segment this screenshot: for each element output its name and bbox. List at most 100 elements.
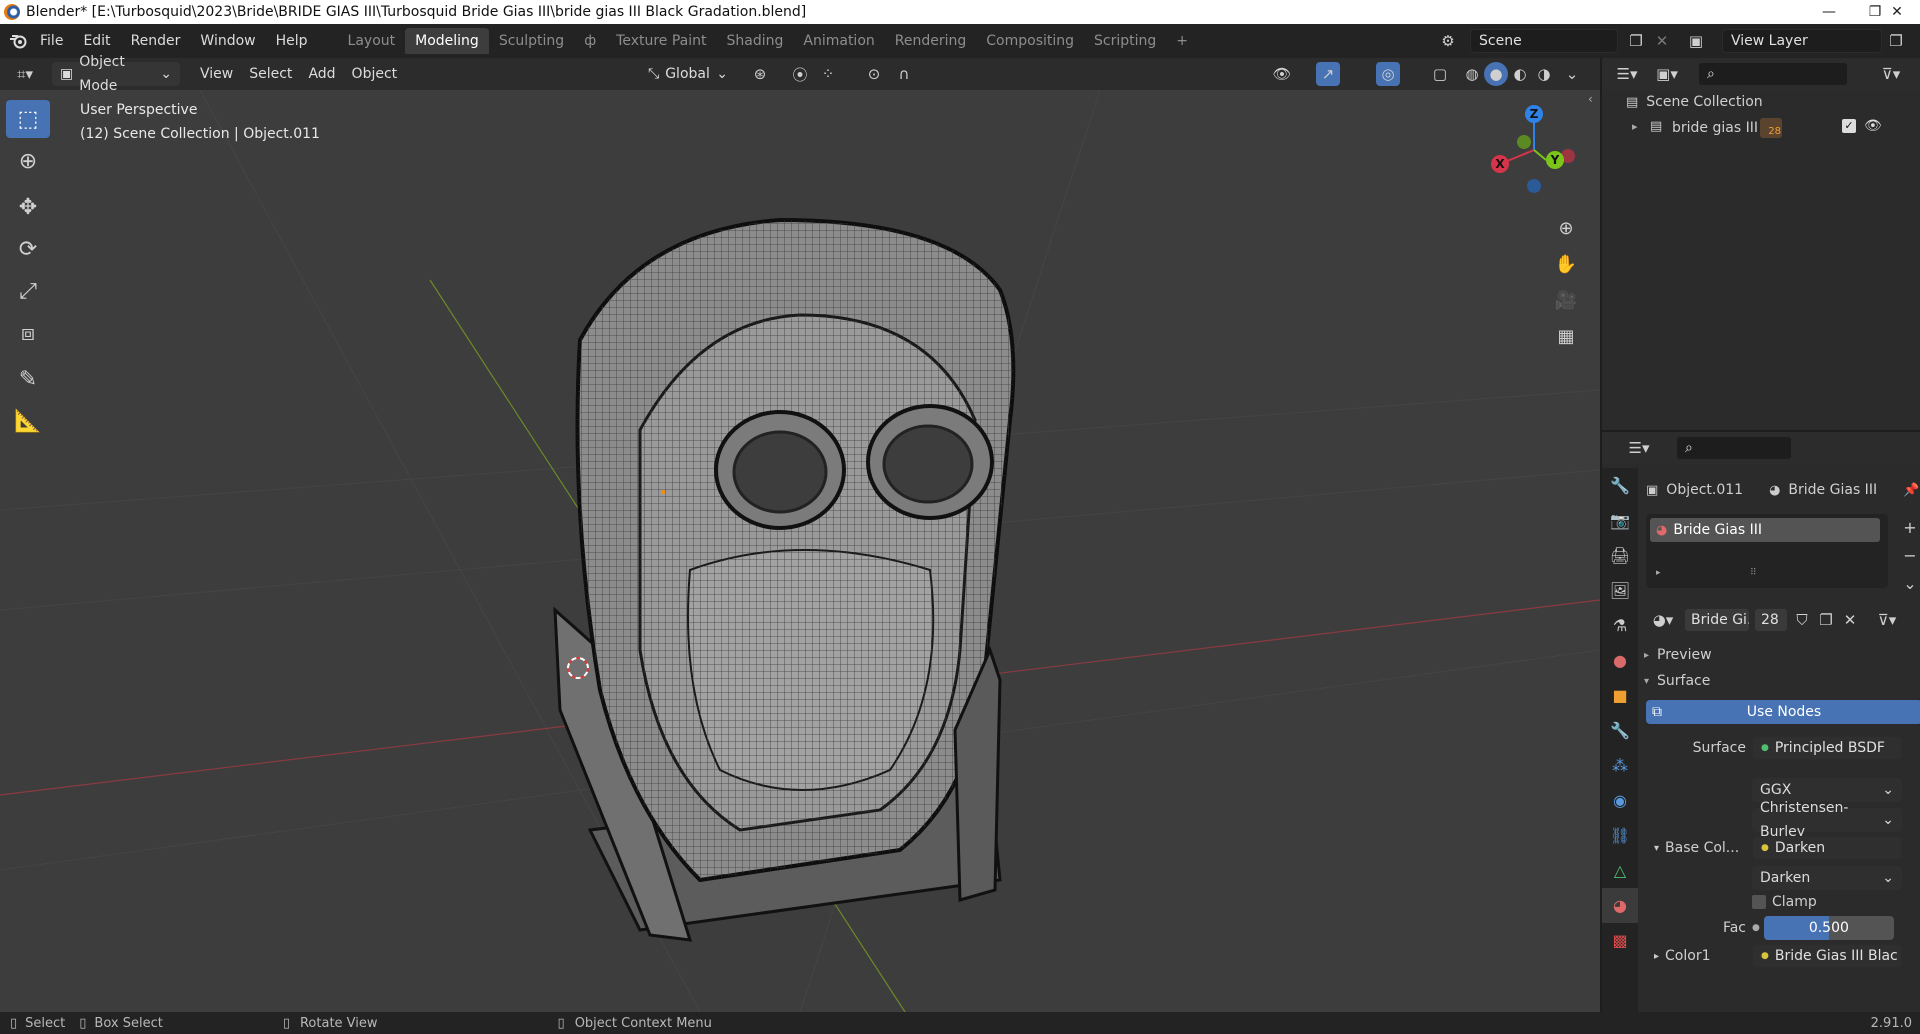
base-color-row-label[interactable]: ▾ Base Col... <box>1654 840 1739 856</box>
select-box-tool-icon[interactable]: ⬚ <box>6 100 50 138</box>
close-button[interactable]: ✕ <box>1874 0 1920 24</box>
measure-tool-icon[interactable]: 📐 <box>6 402 50 440</box>
view-layer-icon[interactable]: ▣ <box>1684 29 1708 53</box>
display-mode-icon[interactable]: ▣▾ <box>1650 62 1684 86</box>
tab-uv[interactable]: ф <box>574 28 606 54</box>
exclude-checkbox[interactable]: ✓ <box>1842 119 1856 133</box>
material-filter-icon[interactable]: ⊽▾ <box>1872 608 1902 632</box>
tab-sculpting[interactable]: Sculpting <box>489 28 574 54</box>
pin-icon[interactable]: 📌 <box>1903 483 1919 498</box>
world-tab-icon[interactable]: ● <box>1602 643 1638 678</box>
view-layer-field[interactable]: View Layer <box>1722 29 1882 53</box>
snap-icon[interactable]: ⦿ <box>788 62 812 86</box>
gizmo-toggle-icon[interactable]: ↗ <box>1316 62 1340 86</box>
tool-tab-icon[interactable]: 🔧 <box>1602 468 1638 503</box>
physics-tab-icon[interactable]: ◉ <box>1602 783 1638 818</box>
annotate-tool-icon[interactable]: ✎ <box>6 360 50 398</box>
surface-panel-header[interactable]: ▾ Surface <box>1644 668 1920 694</box>
tab-rendering[interactable]: Rendering <box>885 28 977 54</box>
new-view-layer-icon[interactable]: ❐ <box>1884 29 1908 53</box>
snap-target-icon[interactable]: ⁘ <box>816 62 840 86</box>
falloff-icon[interactable]: ∩ <box>892 62 916 86</box>
fac-slider[interactable]: 0.500 <box>1763 916 1894 940</box>
material-slot-item[interactable]: ◕ Bride Gias III <box>1650 518 1880 542</box>
tab-layout[interactable]: Layout <box>338 28 406 54</box>
new-scene-icon[interactable]: ❐ <box>1624 29 1648 53</box>
move-tool-icon[interactable]: ✥ <box>6 188 50 226</box>
tab-animation[interactable]: Animation <box>793 28 884 54</box>
base-color-input-field[interactable]: ● Darken <box>1752 836 1902 860</box>
outliner-scene-collection[interactable]: ▤ Scene Collection <box>1626 94 1763 110</box>
delete-scene-icon[interactable]: ✕ <box>1650 29 1674 53</box>
cursor-tool-icon[interactable]: ⊕ <box>6 142 50 180</box>
collapse-sidebar-icon[interactable]: ‹ <box>1588 92 1593 106</box>
tab-shading[interactable]: Shading <box>717 28 794 54</box>
gizmo-x-axis[interactable]: X <box>1491 155 1509 173</box>
gizmo-z-axis[interactable]: Z <box>1525 105 1543 123</box>
zoom-icon[interactable]: ⊕ <box>1550 210 1582 246</box>
browse-material-icon[interactable]: ◕▾ <box>1646 608 1680 632</box>
menu-file[interactable]: File <box>30 28 73 54</box>
add-slot-icon[interactable]: + <box>1898 514 1920 542</box>
eye-icon[interactable]: 👁 <box>1864 118 1882 134</box>
3d-viewport[interactable]: User Perspective (12) Scene Collection |… <box>0 90 1600 1012</box>
menu-help[interactable]: Help <box>266 28 318 54</box>
outliner-editor-type-icon[interactable]: ☰▾ <box>1610 62 1644 86</box>
navigation-gizmo[interactable]: Z X Y <box>1484 104 1584 204</box>
clamp-checkbox[interactable] <box>1752 895 1766 909</box>
visibility-icon[interactable]: 👁 <box>1270 62 1294 86</box>
gizmo-y-axis[interactable]: Y <box>1546 151 1564 169</box>
expand-arrow-icon[interactable]: ▸ <box>1656 568 1661 578</box>
material-name-field[interactable]: Bride Gi... <box>1684 608 1750 632</box>
transform-tool-icon[interactable]: ⧈ <box>6 314 50 352</box>
blend-mode-dropdown[interactable]: Darken ⌄ <box>1752 866 1902 890</box>
transform-orientation-dropdown[interactable]: ⤡ Global ⌄ <box>640 62 736 86</box>
rendered-shading-icon[interactable]: ◑ <box>1532 62 1556 86</box>
properties-editor-type-icon[interactable]: ☰▾ <box>1622 436 1656 460</box>
rotate-tool-icon[interactable]: ⟳ <box>6 230 50 268</box>
tab-scripting[interactable]: Scripting <box>1084 28 1166 54</box>
object-tab-icon[interactable]: ■ <box>1602 678 1638 713</box>
tab-modeling[interactable]: Modeling <box>405 28 489 54</box>
outliner-search-input[interactable]: ⌕ <box>1698 62 1848 86</box>
shading-options-icon[interactable]: ⌄ <box>1560 62 1584 86</box>
clamp-checkbox-row[interactable]: Clamp <box>1752 894 1817 910</box>
color1-row-label[interactable]: ▸ Color1 <box>1654 948 1711 964</box>
surface-shader-field[interactable]: ● Principled BSDF <box>1752 736 1902 760</box>
scale-tool-icon[interactable]: ⤢ <box>6 272 50 310</box>
properties-search-input[interactable]: ⌕ <box>1676 436 1792 460</box>
render-tab-icon[interactable]: 📷 <box>1602 503 1638 538</box>
xray-icon[interactable]: ▢ <box>1428 62 1452 86</box>
menu-object[interactable]: Object <box>344 62 406 86</box>
material-tab-icon[interactable]: ◕ <box>1602 888 1638 923</box>
unlink-material-icon[interactable]: ✕ <box>1840 608 1860 632</box>
pivot-icon[interactable]: ⊛ <box>748 62 772 86</box>
minimize-button[interactable]: — <box>1806 0 1852 24</box>
menu-view[interactable]: View <box>192 62 241 86</box>
camera-view-icon[interactable]: 🎥 <box>1550 282 1582 318</box>
constraints-tab-icon[interactable]: ⛓ <box>1602 818 1638 853</box>
filter-icon[interactable]: ⊽▾ <box>1874 62 1908 86</box>
color1-input-field[interactable]: ● Bride Gias III Blac <box>1752 944 1902 968</box>
menu-window[interactable]: Window <box>190 28 265 54</box>
slot-menu-icon[interactable]: ⌄ <box>1898 570 1920 598</box>
mode-dropdown[interactable]: ▣ Object Mode ⌄ <box>52 54 180 94</box>
solid-shading-icon[interactable]: ● <box>1484 62 1508 86</box>
editor-type-icon[interactable]: ⌗▾ <box>8 62 42 86</box>
outliner-item-bride-gias[interactable]: ▸ ▤ bride gias III 28 ✓ 👁 <box>1602 118 1920 142</box>
remove-slot-icon[interactable]: − <box>1898 542 1920 570</box>
material-shading-icon[interactable]: ◐ <box>1508 62 1532 86</box>
use-nodes-button[interactable]: ⧉ Use Nodes <box>1646 700 1920 724</box>
modifier-tab-icon[interactable]: 🔧 <box>1602 713 1638 748</box>
menu-select[interactable]: Select <box>241 62 300 86</box>
menu-add[interactable]: Add <box>300 62 343 86</box>
blender-menu-icon[interactable] <box>6 29 30 53</box>
output-tab-icon[interactable]: 🖨 <box>1602 538 1638 573</box>
texture-tab-icon[interactable]: ▩ <box>1602 923 1638 958</box>
fake-user-icon[interactable]: ⛉ <box>1792 608 1812 632</box>
scene-icon[interactable]: ⚙ <box>1436 29 1460 53</box>
pan-hand-icon[interactable]: ✋ <box>1550 246 1582 282</box>
preview-panel-header[interactable]: ▸ Preview <box>1644 642 1920 668</box>
view-layer-tab-icon[interactable]: 🖼 <box>1602 573 1638 608</box>
expand-arrow-icon[interactable]: ▸ <box>1632 120 1638 133</box>
